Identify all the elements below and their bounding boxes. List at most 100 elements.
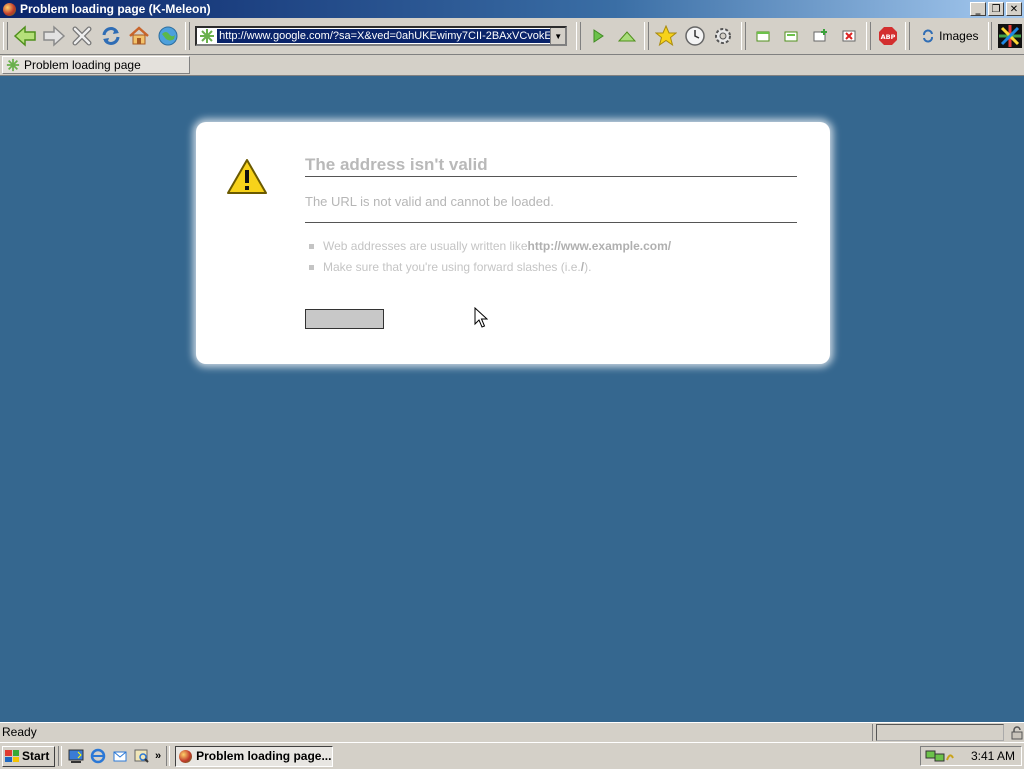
tab-bar: Problem loading page xyxy=(0,55,1024,76)
hint-text: Make sure that you're using forward slas… xyxy=(323,260,581,274)
url-dropdown-button[interactable]: ▼ xyxy=(550,28,566,44)
new-tab-button[interactable] xyxy=(807,22,834,50)
windows-taskbar: Start » Problem loading page... 3:41 AM xyxy=(0,742,1024,769)
window-titlebar: Problem loading page (K-Meleon) _ ❐ ✕ xyxy=(0,0,1024,18)
internet-explorer-icon xyxy=(90,748,106,764)
maximize-button[interactable]: ❐ xyxy=(988,2,1004,16)
images-label: Images xyxy=(939,29,979,43)
status-bar: Ready xyxy=(0,722,1024,742)
quicklaunch-chevron[interactable]: » xyxy=(155,750,161,762)
warning-icon xyxy=(227,159,267,194)
svg-text:ABP: ABP xyxy=(881,33,896,41)
stop-button[interactable] xyxy=(69,22,96,50)
history-clock-icon xyxy=(685,26,705,46)
clock[interactable]: 3:41 AM xyxy=(971,749,1015,763)
go-button[interactable] xyxy=(585,22,612,50)
bullet-icon xyxy=(309,243,314,249)
taskbar-separator xyxy=(58,746,62,766)
preferences-button[interactable] xyxy=(710,22,737,50)
taskbar-window-button[interactable]: Problem loading page... xyxy=(175,745,334,767)
stop-icon xyxy=(72,26,92,46)
toolbar-grip[interactable] xyxy=(865,22,871,50)
adblock-button[interactable]: ABP xyxy=(875,22,902,50)
task-label: Problem loading page... xyxy=(196,749,332,763)
back-icon xyxy=(14,25,36,47)
new-tab-icon xyxy=(813,29,828,42)
system-tray: 3:41 AM xyxy=(920,746,1022,766)
home-button[interactable] xyxy=(126,22,153,50)
try-again-button[interactable] xyxy=(305,309,384,329)
toolbar-grip[interactable] xyxy=(185,22,191,50)
page-favicon-icon xyxy=(200,29,215,43)
tab-favicon-icon xyxy=(6,58,20,72)
adblock-icon: ABP xyxy=(879,27,898,45)
window-restore-icon xyxy=(756,31,770,42)
status-text: Ready xyxy=(0,724,873,741)
go-icon xyxy=(158,26,178,46)
up-icon xyxy=(617,31,636,42)
error-title: The address isn't valid xyxy=(305,155,797,177)
bookmark-star-icon xyxy=(655,25,678,47)
images-toggle-button[interactable]: Images xyxy=(921,29,979,43)
kmeleon-throbber[interactable] xyxy=(996,22,1023,50)
mouse-cursor-icon xyxy=(474,307,488,328)
history-button[interactable] xyxy=(682,22,709,50)
home-icon xyxy=(129,26,150,45)
hint-suffix: ). xyxy=(584,260,592,274)
url-input[interactable]: http://www.google.com/?sa=X&ved=0ahUKEwi… xyxy=(217,29,551,43)
go-globe-button[interactable] xyxy=(155,22,182,50)
close-button[interactable]: ✕ xyxy=(1006,2,1022,16)
toolbar-grip[interactable] xyxy=(3,22,8,50)
reload-icon xyxy=(102,27,120,45)
tab-label: Problem loading page xyxy=(24,58,141,72)
toolbar-grip[interactable] xyxy=(644,22,649,50)
quicklaunch-search[interactable] xyxy=(133,747,151,765)
window-controls: _ ❐ ✕ xyxy=(970,2,1022,16)
quicklaunch-ie[interactable] xyxy=(89,747,107,765)
security-lock-icon[interactable] xyxy=(1010,725,1024,740)
toolbar-grip[interactable] xyxy=(740,22,746,50)
toolbar-grip[interactable] xyxy=(905,22,911,50)
quicklaunch-desktop[interactable] xyxy=(67,747,85,765)
show-desktop-icon xyxy=(68,749,84,763)
kmeleon-app-icon[interactable] xyxy=(3,2,16,16)
network-icon[interactable] xyxy=(925,748,955,764)
toolbar-grip[interactable] xyxy=(576,22,581,50)
list-item: Web addresses are usually written like h… xyxy=(309,239,671,253)
window-restore-button[interactable] xyxy=(750,22,777,50)
play-icon xyxy=(593,29,605,43)
quicklaunch-outlook[interactable] xyxy=(111,747,129,765)
hint-text: Web addresses are usually written like xyxy=(323,239,528,253)
window-title: Problem loading page (K-Meleon) xyxy=(20,2,211,16)
windows-flag-icon xyxy=(5,750,19,762)
settings-gear-icon xyxy=(715,28,732,44)
back-button[interactable] xyxy=(12,22,39,50)
close-tab-button[interactable] xyxy=(835,22,862,50)
error-hints-list: Web addresses are usually written like h… xyxy=(309,239,671,281)
window-tile-icon xyxy=(784,31,798,42)
navigation-toolbar: http://www.google.com/?sa=X&ved=0ahUKEwi… xyxy=(0,18,1024,55)
start-button[interactable]: Start xyxy=(2,745,55,767)
list-item: Make sure that you're using forward slas… xyxy=(309,260,671,274)
window-tile-button[interactable] xyxy=(778,22,805,50)
kmeleon-task-icon xyxy=(179,749,193,763)
bookmarks-button[interactable] xyxy=(653,22,680,50)
minimize-button[interactable]: _ xyxy=(970,2,986,16)
page-content: The address isn't valid The URL is not v… xyxy=(0,76,1024,722)
up-button[interactable] xyxy=(614,22,641,50)
url-bar[interactable]: http://www.google.com/?sa=X&ved=0ahUKEwi… xyxy=(195,26,568,46)
start-label: Start xyxy=(22,749,50,763)
error-description: The URL is not valid and cannot be loade… xyxy=(305,194,797,223)
reload-button[interactable] xyxy=(98,22,125,50)
error-card: The address isn't valid The URL is not v… xyxy=(196,122,830,364)
taskbar-separator xyxy=(166,746,171,766)
search-icon xyxy=(134,749,149,763)
forward-icon xyxy=(42,25,65,47)
close-tab-icon xyxy=(842,30,856,42)
images-icon xyxy=(923,29,934,43)
bullet-icon xyxy=(309,264,314,270)
hint-example-url: http://www.example.com/ xyxy=(527,239,672,253)
tab-problem-loading-page[interactable]: Problem loading page xyxy=(2,56,190,74)
forward-button[interactable] xyxy=(40,22,67,50)
toolbar-grip[interactable] xyxy=(987,22,993,50)
